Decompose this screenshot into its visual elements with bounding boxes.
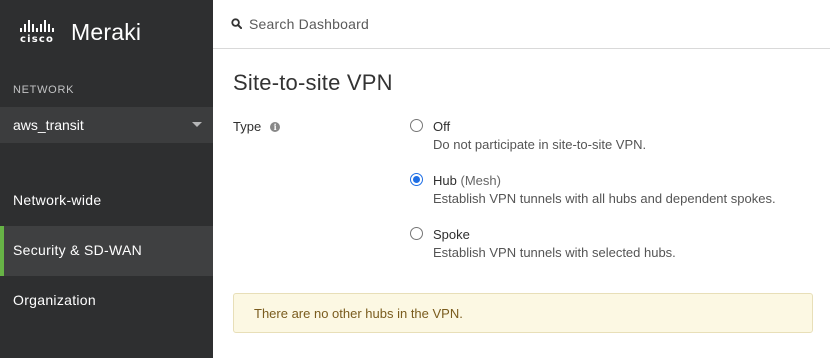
option-title: Hub xyxy=(433,173,457,188)
top-bar xyxy=(213,0,830,49)
radio-spoke-description: Establish VPN tunnels with selected hubs… xyxy=(433,245,676,260)
type-field-label: Type i xyxy=(233,119,281,134)
cisco-wordmark: cisco xyxy=(19,33,55,45)
radio-hub-title: Hub (Mesh) xyxy=(433,173,501,188)
network-name: aws_transit xyxy=(13,117,84,133)
meraki-logo[interactable]: cisco Meraki xyxy=(13,16,141,48)
network-selector[interactable]: aws_transit xyxy=(0,107,213,143)
sidebar: cisco Meraki NETWORK aws_transit Network… xyxy=(0,0,213,358)
sidebar-item-label: Organization xyxy=(13,292,96,308)
sidebar-item-label: Network-wide xyxy=(13,192,102,208)
search-input[interactable] xyxy=(249,13,809,35)
option-title: Spoke xyxy=(433,227,470,242)
chevron-down-icon xyxy=(192,122,202,127)
alert-message: There are no other hubs in the VPN. xyxy=(254,306,463,321)
search-icon xyxy=(231,18,242,29)
option-title: Off xyxy=(433,119,451,134)
radio-hub-description: Establish VPN tunnels with all hubs and … xyxy=(433,191,776,206)
radio-hub[interactable] xyxy=(410,173,423,186)
active-indicator xyxy=(0,226,4,276)
radio-spoke[interactable] xyxy=(410,227,423,240)
radio-spoke-title: Spoke xyxy=(433,227,470,242)
page-title: Site-to-site VPN xyxy=(233,70,393,95)
cisco-bars-icon xyxy=(20,19,54,32)
sidebar-item-network-wide[interactable]: Network-wide xyxy=(0,176,213,226)
option-subtitle: (Mesh) xyxy=(460,173,501,188)
cisco-logo: cisco xyxy=(13,19,61,45)
sidebar-item-security-sd-wan[interactable]: Security & SD-WAN xyxy=(0,226,213,276)
type-label-text: Type xyxy=(233,119,262,134)
radio-off[interactable] xyxy=(410,119,423,132)
warning-alert: There are no other hubs in the VPN. xyxy=(233,293,813,333)
sidebar-item-organization[interactable]: Organization xyxy=(0,276,213,326)
sidebar-item-label: Security & SD-WAN xyxy=(13,242,143,258)
radio-off-title: Off xyxy=(433,119,450,134)
meraki-wordmark: Meraki xyxy=(71,18,142,45)
radio-off-description: Do not participate in site-to-site VPN. xyxy=(433,137,647,152)
info-icon[interactable]: i xyxy=(270,121,281,132)
network-label: NETWORK xyxy=(13,84,75,96)
